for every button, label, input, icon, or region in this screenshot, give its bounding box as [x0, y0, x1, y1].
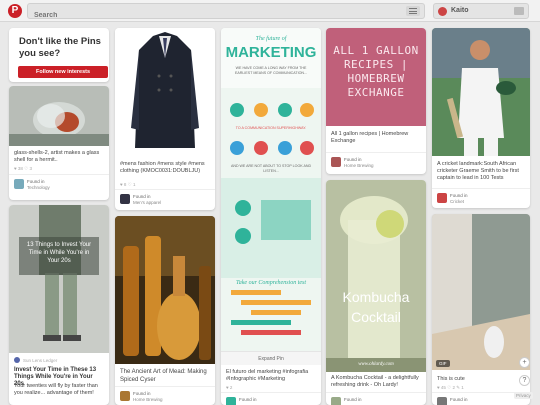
- pin-image[interactable]: [221, 28, 321, 358]
- pin-image[interactable]: [432, 214, 530, 370]
- pin-description: glass-shells-2, artist makes a glass she…: [14, 150, 100, 163]
- board-name: Technology: [27, 185, 50, 190]
- infographic-text: TO A COMMUNICATION SUPERHIGHWAY.: [235, 126, 307, 130]
- pin-description: El futuro del marketing #infografia #Inf…: [226, 369, 309, 382]
- pin-image[interactable]: [115, 216, 215, 364]
- pin-board-footer[interactable]: Found in Cricket: [432, 188, 530, 208]
- expand-pin-button[interactable]: Expand Pin: [221, 351, 321, 365]
- source-icon: [14, 357, 20, 363]
- pin-board-footer[interactable]: Found in Men's apparel: [115, 189, 215, 210]
- found-in-label: Found in: [27, 179, 45, 184]
- board-thumbnail: [331, 397, 341, 405]
- infographic-subtitle: The future of: [255, 36, 287, 42]
- source-name[interactable]: Sun Lens Ledger: [23, 358, 57, 363]
- found-in-label: Found in: [133, 391, 151, 396]
- pin-description: A cricket landmark:South African cricket…: [437, 161, 519, 181]
- pin-glass-shell[interactable]: glass-shells-2, artist makes a glass she…: [9, 86, 109, 200]
- board-thumbnail: [14, 179, 24, 189]
- found-in-label: Found in: [450, 193, 468, 198]
- avatar: [438, 7, 447, 16]
- board-thumbnail: [226, 397, 236, 405]
- pin-board-footer[interactable]: Found in: [326, 392, 426, 405]
- pin-image[interactable]: [9, 205, 109, 353]
- user-name: Kaito: [451, 7, 469, 14]
- pin-image-watermark: www.ohlardy.com: [358, 362, 394, 367]
- pin-stats: ♥ 2: [226, 385, 233, 390]
- pin-invest-time[interactable]: 13 Things to Invest Your Time in While Y…: [9, 205, 109, 405]
- infographic-text: WE HAVE COME A LONG WAY FROM THE EARLIES…: [235, 66, 307, 75]
- pinterest-logo-icon[interactable]: P: [8, 4, 22, 18]
- pin-image[interactable]: [9, 86, 109, 146]
- infographic-text: Take our Comprehension test: [235, 280, 307, 286]
- board-name: Home Brewing: [344, 163, 374, 168]
- cta-title: Don't like the Pins you see?: [19, 36, 101, 59]
- pin-image-title: Cocktail: [351, 309, 401, 325]
- pin-description: A Kombucha Cocktail - a delightfully ref…: [331, 375, 419, 388]
- pin-board-footer[interactable]: Found in Home Brewing: [326, 152, 426, 174]
- pin-image[interactable]: [326, 180, 426, 372]
- found-in-label: Found in: [450, 397, 468, 402]
- top-bar: P Kaito: [0, 0, 540, 23]
- search-box[interactable]: [27, 3, 425, 23]
- pin-image[interactable]: [115, 28, 215, 156]
- pin-cricket[interactable]: A cricket landmark:South African cricket…: [432, 28, 530, 208]
- pin-description: #mens fashion #mens style #mens clothing…: [120, 161, 205, 174]
- messages-icon[interactable]: [514, 7, 524, 15]
- found-in-label: Found in: [344, 397, 362, 402]
- pin-mens-coat[interactable]: #mens fashion #mens style #mens clothing…: [115, 28, 215, 210]
- pin-image-title: Kombucha: [342, 289, 410, 305]
- pin-stats: ♥ 8 ♡ 1: [120, 182, 136, 187]
- pin-future-marketing[interactable]: The future of MARKETING WE HAVE COME A L…: [221, 28, 321, 405]
- pin-image-text: 13 Things to Invest Your Time in While Y…: [26, 242, 92, 264]
- found-in-label: Found in: [133, 194, 151, 199]
- pin-description: This is cute: [437, 376, 465, 382]
- pin-image[interactable]: [432, 28, 530, 156]
- follow-interests-card: Don't like the Pins you see? Follow new …: [9, 28, 109, 82]
- follow-new-interests-button[interactable]: Follow new interests: [18, 66, 108, 78]
- pin-gallon-recipes[interactable]: ALL 1 GALLON RECIPES | HOMEBREW EXCHANGE…: [326, 28, 426, 174]
- menu-icon[interactable]: [406, 6, 420, 16]
- pin-board-footer[interactable]: Found in Technology: [9, 174, 109, 200]
- board-name: Men's apparel: [133, 200, 162, 205]
- search-input[interactable]: [28, 8, 388, 23]
- infographic-text: AND WE ARE NOT ABOUT TO STOP LOOK AND LI…: [230, 164, 312, 173]
- board-thumbnail: [331, 157, 341, 167]
- board-thumbnail: [120, 391, 130, 401]
- add-pin-button[interactable]: +: [519, 357, 530, 368]
- pin-description: Your twenties will fly by faster than yo…: [14, 383, 98, 396]
- infographic-title: MARKETING: [225, 44, 317, 61]
- pin-cute[interactable]: GIF This is cute ♥ 45 ♡ 2 ✎ 1 Found in: [432, 214, 530, 405]
- board-thumbnail: [437, 397, 447, 405]
- privacy-link[interactable]: Privacy: [514, 392, 533, 399]
- pin-board-footer[interactable]: Found in Home Brewing: [115, 386, 215, 405]
- pin-mead[interactable]: The Ancient Art of Mead: Making Spiced C…: [115, 216, 215, 405]
- pin-description: All 1 gallon recipes | Homebrew Exchange: [331, 131, 409, 144]
- pin-board-footer[interactable]: Found in: [221, 392, 321, 405]
- gif-badge: GIF: [436, 360, 450, 367]
- board-thumbnail: [437, 193, 447, 203]
- pin-description: The Ancient Art of Mead: Making Spiced C…: [120, 369, 207, 383]
- pin-image-text: ALL 1 GALLON RECIPES | HOMEBREW EXCHANGE: [333, 44, 419, 99]
- pin-kombucha[interactable]: Kombucha Cocktail www.ohlardy.com A Komb…: [326, 180, 426, 405]
- found-in-label: Found in: [344, 157, 362, 162]
- pin-stats: ♥ 45 ♡ 2 ✎ 1: [437, 385, 464, 390]
- board-thumbnail: [120, 194, 130, 204]
- help-button[interactable]: ?: [519, 375, 530, 386]
- pin-stats: ♥ 38 ♡ 3: [14, 166, 32, 171]
- board-name: Home Brewing: [133, 397, 163, 402]
- found-in-label: Found in: [239, 397, 257, 402]
- user-button[interactable]: Kaito: [433, 3, 529, 19]
- board-name: Cricket: [450, 199, 465, 204]
